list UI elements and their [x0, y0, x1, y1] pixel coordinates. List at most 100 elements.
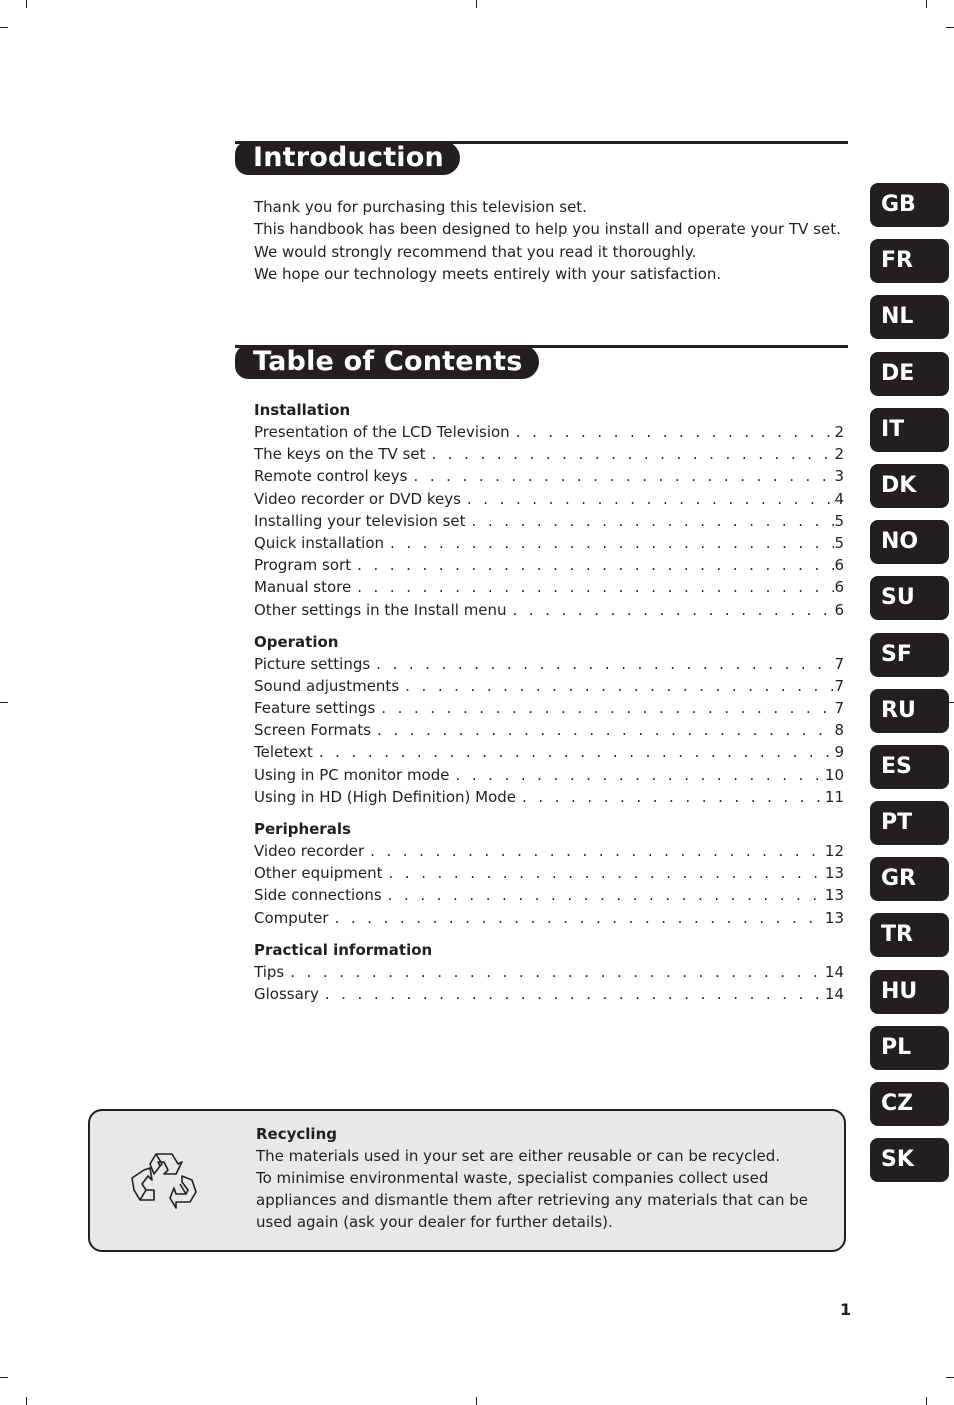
- toc-entry-label: Teletext: [254, 743, 313, 762]
- recycling-line: To minimise environmental waste, special…: [256, 1169, 809, 1231]
- language-tab-no[interactable]: NO: [870, 520, 949, 565]
- toc-entry-label: Quick installation: [254, 533, 385, 552]
- language-tab-de[interactable]: DE: [870, 351, 949, 396]
- toc-entry[interactable]: Glossary 14: [254, 983, 844, 1005]
- language-tab-pt[interactable]: PT: [870, 801, 949, 846]
- toc-entry-page: 9: [834, 743, 844, 762]
- toc-entry[interactable]: Manual store 6: [254, 576, 844, 598]
- toc-heading: Table of Contents: [235, 345, 539, 379]
- toc-entry[interactable]: Remote control keys 3: [254, 465, 844, 487]
- language-tab-es[interactable]: ES: [870, 744, 949, 789]
- toc-entry[interactable]: Quick installation 5: [254, 532, 844, 554]
- intro-line: Thank you for purchasing this television…: [254, 198, 587, 216]
- toc-group: OperationPicture settings7Sound adjustme…: [254, 631, 844, 808]
- toc-entry[interactable]: Installing your television set 5: [254, 510, 844, 532]
- crop-mark: [0, 702, 8, 703]
- toc-entry-label: Computer: [254, 908, 329, 927]
- toc-entry[interactable]: The keys on the TV set 2: [254, 443, 844, 465]
- toc-entry[interactable]: Using in PC monitor mode 10: [254, 764, 844, 786]
- toc-entry-page: 13: [824, 908, 844, 927]
- toc-entry-page: 2: [834, 423, 844, 441]
- toc-entry-label: Installing your television set: [254, 511, 466, 530]
- language-tab-sf[interactable]: SF: [870, 632, 949, 677]
- intro-text: Thank you for purchasing this television…: [254, 196, 841, 285]
- toc-entry[interactable]: Other equipment 13: [254, 862, 844, 884]
- intro-line: This handbook has been designed to help …: [254, 220, 841, 239]
- crop-mark: [946, 27, 954, 28]
- language-tab-hu[interactable]: HU: [870, 969, 949, 1014]
- toc-entry-label: Picture settings: [254, 654, 371, 673]
- toc-entry-page: 11: [824, 787, 844, 806]
- toc-leader-dots: [455, 764, 824, 786]
- toc-entry-label: Video recorder: [254, 842, 365, 860]
- toc-entry-label: Program sort: [254, 556, 352, 575]
- toc-entry-page: 5: [834, 533, 844, 552]
- recycling-text: Recycling The materials used in your set…: [256, 1123, 836, 1233]
- crop-mark: [926, 1397, 927, 1405]
- toc-entry-page: 13: [824, 886, 844, 905]
- toc-entry[interactable]: Video recorder or DVD keys 4: [254, 488, 844, 510]
- toc-leader-dots: [513, 599, 835, 621]
- toc-entry-label: Remote control keys: [254, 467, 408, 486]
- toc-entry[interactable]: Presentation of the LCD Television 2: [254, 421, 844, 443]
- toc-entry[interactable]: Tips 14: [254, 961, 844, 983]
- language-tab-gr[interactable]: GR: [870, 857, 949, 902]
- toc-leader-dots: [472, 510, 835, 532]
- recycle-icon: [131, 1153, 197, 1209]
- language-tab-fr[interactable]: FR: [870, 239, 949, 284]
- toc-entry-label: Using in HD (High Definition) Mode: [254, 787, 517, 806]
- toc-entry-label: Sound adjustments: [254, 676, 400, 695]
- language-tabs: GB FR NL DE IT DK NO SU SF RU ES PT GR TR HU PL CZ SK: [870, 183, 949, 1194]
- language-tab-nl[interactable]: NL: [870, 295, 949, 340]
- toc-entry[interactable]: Using in HD (High Definition) Mode 11: [254, 786, 844, 808]
- toc-entry[interactable]: Sound adjustments 7: [254, 675, 844, 697]
- language-tab-gb[interactable]: GB: [870, 183, 949, 227]
- toc-entry-page: 7: [834, 676, 844, 695]
- language-tab-sk[interactable]: SK: [870, 1138, 949, 1183]
- toc-entry[interactable]: Computer 13: [254, 907, 844, 929]
- toc-entry-label: Side connections: [254, 886, 382, 905]
- language-tab-ru[interactable]: RU: [870, 688, 949, 733]
- toc-leader-dots: [319, 741, 835, 763]
- toc-entry[interactable]: Feature settings 7: [254, 697, 844, 719]
- toc-leader-dots: [290, 961, 825, 983]
- toc-entry-page: 10: [824, 765, 844, 784]
- crop-mark: [26, 1397, 27, 1405]
- toc-entry[interactable]: Teletext 9: [254, 741, 844, 763]
- toc-group-title: Operation: [254, 632, 339, 651]
- toc-leader-dots: [522, 786, 825, 808]
- toc-leader-dots: [405, 675, 834, 697]
- toc-group-title: Peripherals: [254, 820, 351, 838]
- toc-leader-dots: [357, 576, 834, 598]
- language-tab-pl[interactable]: PL: [870, 1025, 949, 1070]
- language-tab-dk[interactable]: DK: [870, 463, 949, 508]
- toc-entry-page: 14: [824, 984, 844, 1003]
- toc-entry[interactable]: Screen Formats 8: [254, 719, 844, 741]
- toc-entry-page: 14: [824, 962, 844, 981]
- toc-group: Practical information Tips 14 Glossary 14: [254, 939, 844, 1005]
- crop-mark: [0, 27, 8, 28]
- toc-leader-dots: [376, 653, 834, 675]
- toc-group-title: Installation: [254, 401, 351, 419]
- language-tab-it[interactable]: IT: [870, 407, 949, 452]
- language-tab-cz[interactable]: CZ: [870, 1082, 949, 1126]
- toc-entry-page: 2: [834, 445, 844, 464]
- toc-leader-dots: [516, 421, 835, 443]
- toc-leader-dots: [325, 983, 825, 1005]
- toc-group: Peripherals Video recorder 12 Other equipme…: [254, 818, 844, 929]
- crop-mark: [26, 0, 27, 8]
- language-tab-tr[interactable]: TR: [870, 913, 949, 958]
- crop-mark: [0, 1377, 8, 1378]
- toc-entry[interactable]: Video recorder 12: [254, 840, 844, 862]
- toc-entry-page: 8: [834, 721, 844, 740]
- toc-leader-dots: [413, 465, 834, 487]
- toc-entry[interactable]: Side connections 13: [254, 884, 844, 906]
- toc-entry-page: 13: [824, 864, 844, 883]
- toc-entry[interactable]: Program sort 6: [254, 554, 844, 576]
- toc-leader-dots: [431, 443, 834, 465]
- toc-entry[interactable]: Other settings in the Install menu 6: [254, 599, 844, 621]
- toc-entry-page: 6: [834, 600, 844, 619]
- language-tab-su[interactable]: SU: [870, 576, 949, 621]
- toc-entry[interactable]: Picture settings 7: [254, 653, 844, 675]
- table-of-contents: Installation Presentation of the LCD Tele…: [254, 399, 844, 1015]
